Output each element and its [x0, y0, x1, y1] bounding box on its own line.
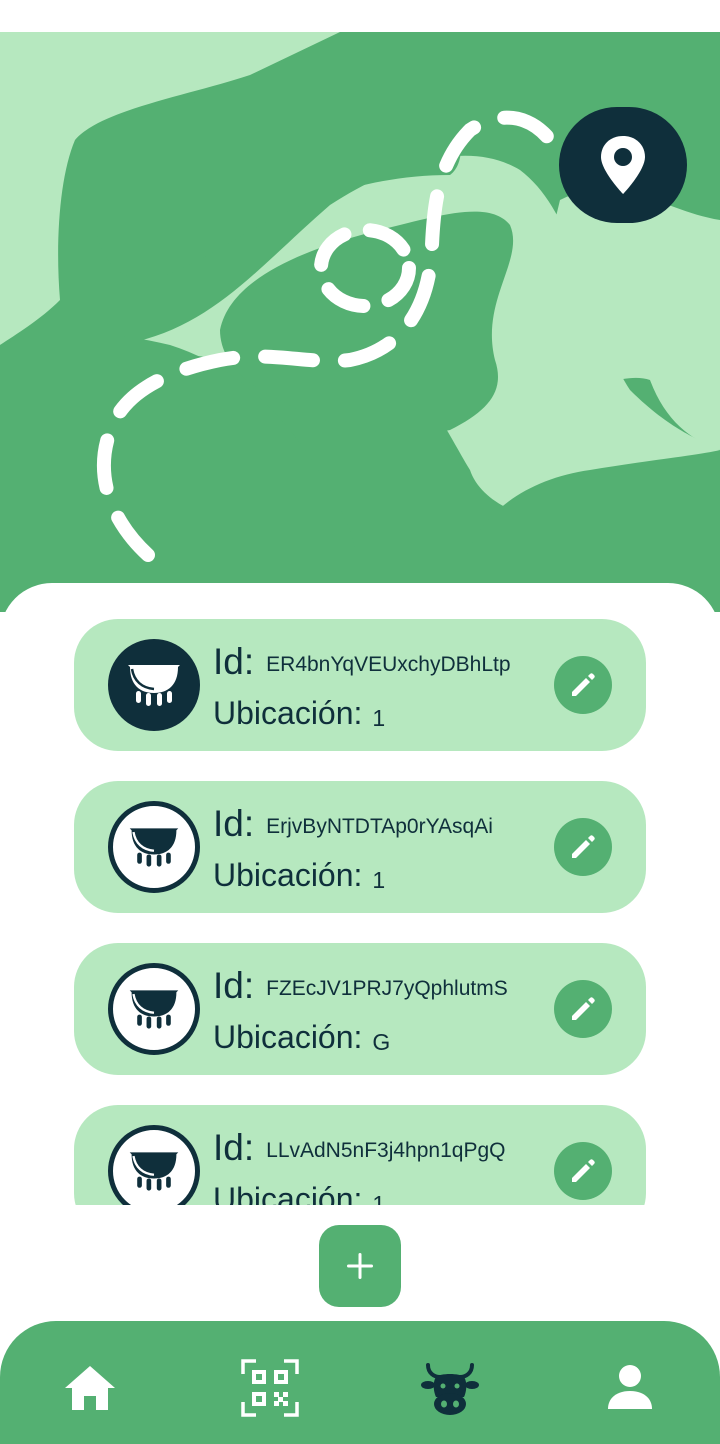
udder-icon	[129, 828, 179, 867]
cow-id-label: Id:	[213, 965, 255, 1006]
cow-id-row: Id: FZEcJV1PRJ7yQphlutmS	[213, 965, 508, 1007]
pencil-icon	[572, 673, 595, 696]
edit-button[interactable]	[554, 818, 612, 876]
cow-list[interactable]: Id: ER4bnYqVEUxchyDBhLtp Ubicación: 1 Id: E…	[0, 600, 720, 1205]
cow-id-value: ErjvByNTDTAp0rYAsqAi	[266, 815, 493, 838]
pencil-icon	[572, 997, 595, 1020]
cow-location-row: Ubicación: 1	[213, 1181, 385, 1205]
cow-card[interactable]: Id: ER4bnYqVEUxchyDBhLtp Ubicación: 1	[74, 619, 646, 751]
nav-qr[interactable]	[237, 1355, 303, 1421]
pencil-icon	[572, 1159, 595, 1182]
cow-avatar	[108, 639, 200, 731]
cow-location-row: Ubicación: G	[213, 1019, 390, 1056]
pencil-icon	[572, 835, 595, 858]
cow-id-label: Id:	[213, 803, 255, 844]
cow-id-row: Id: LLvAdN5nF3j4hpn1qPgQ	[213, 1127, 505, 1169]
cow-avatar	[108, 963, 200, 1055]
qr-code-icon	[241, 1359, 299, 1417]
edit-button[interactable]	[554, 980, 612, 1038]
bottom-nav	[0, 1321, 720, 1444]
edit-button[interactable]	[554, 1142, 612, 1200]
user-icon	[608, 1365, 652, 1409]
udder-icon	[129, 990, 179, 1029]
cow-location-value: 1	[372, 1191, 386, 1205]
cow-location-row: Ubicación: 1	[213, 695, 385, 732]
cow-card[interactable]: Id: LLvAdN5nF3j4hpn1qPgQ Ubicación: 1	[74, 1105, 646, 1205]
cow-id-value: FZEcJV1PRJ7yQphlutmS	[266, 977, 508, 1000]
map-header	[0, 32, 720, 612]
cow-id-value: ER4bnYqVEUxchyDBhLtp	[266, 653, 511, 676]
nav-cattle[interactable]	[417, 1355, 483, 1421]
cow-id-value: LLvAdN5nF3j4hpn1qPgQ	[266, 1139, 506, 1162]
cow-id-label: Id:	[213, 1127, 255, 1168]
cow-card[interactable]: Id: ErjvByNTDTAp0rYAsqAi Ubicación: 1	[74, 781, 646, 913]
cow-location-label: Ubicación:	[213, 1019, 363, 1055]
plus-icon	[347, 1253, 373, 1279]
cow-location-label: Ubicación:	[213, 857, 363, 893]
cow-avatar	[108, 801, 200, 893]
cow-location-value: 1	[372, 705, 386, 731]
cow-id-label: Id:	[213, 641, 255, 682]
cow-location-row: Ubicación: 1	[213, 857, 385, 894]
cow-location-label: Ubicación:	[213, 1181, 363, 1205]
udder-icon	[129, 1152, 179, 1191]
cow-id-row: Id: ER4bnYqVEUxchyDBhLtp	[213, 641, 511, 683]
cow-face-icon	[421, 1363, 479, 1415]
map-location-button[interactable]	[559, 107, 687, 223]
udder-icon	[128, 665, 180, 706]
nav-profile[interactable]	[597, 1355, 663, 1421]
cow-card[interactable]: Id: FZEcJV1PRJ7yQphlutmS Ubicación: G	[74, 943, 646, 1075]
cow-location-value: G	[372, 1029, 391, 1055]
home-icon	[65, 1366, 115, 1410]
nav-home[interactable]	[57, 1355, 123, 1421]
cow-avatar	[108, 1125, 200, 1205]
edit-button[interactable]	[554, 656, 612, 714]
map-pin-icon	[601, 136, 645, 194]
cow-location-value: 1	[372, 867, 386, 893]
cow-id-row: Id: ErjvByNTDTAp0rYAsqAi	[213, 803, 493, 845]
cow-location-label: Ubicación:	[213, 695, 363, 731]
add-cow-button[interactable]	[319, 1225, 401, 1307]
